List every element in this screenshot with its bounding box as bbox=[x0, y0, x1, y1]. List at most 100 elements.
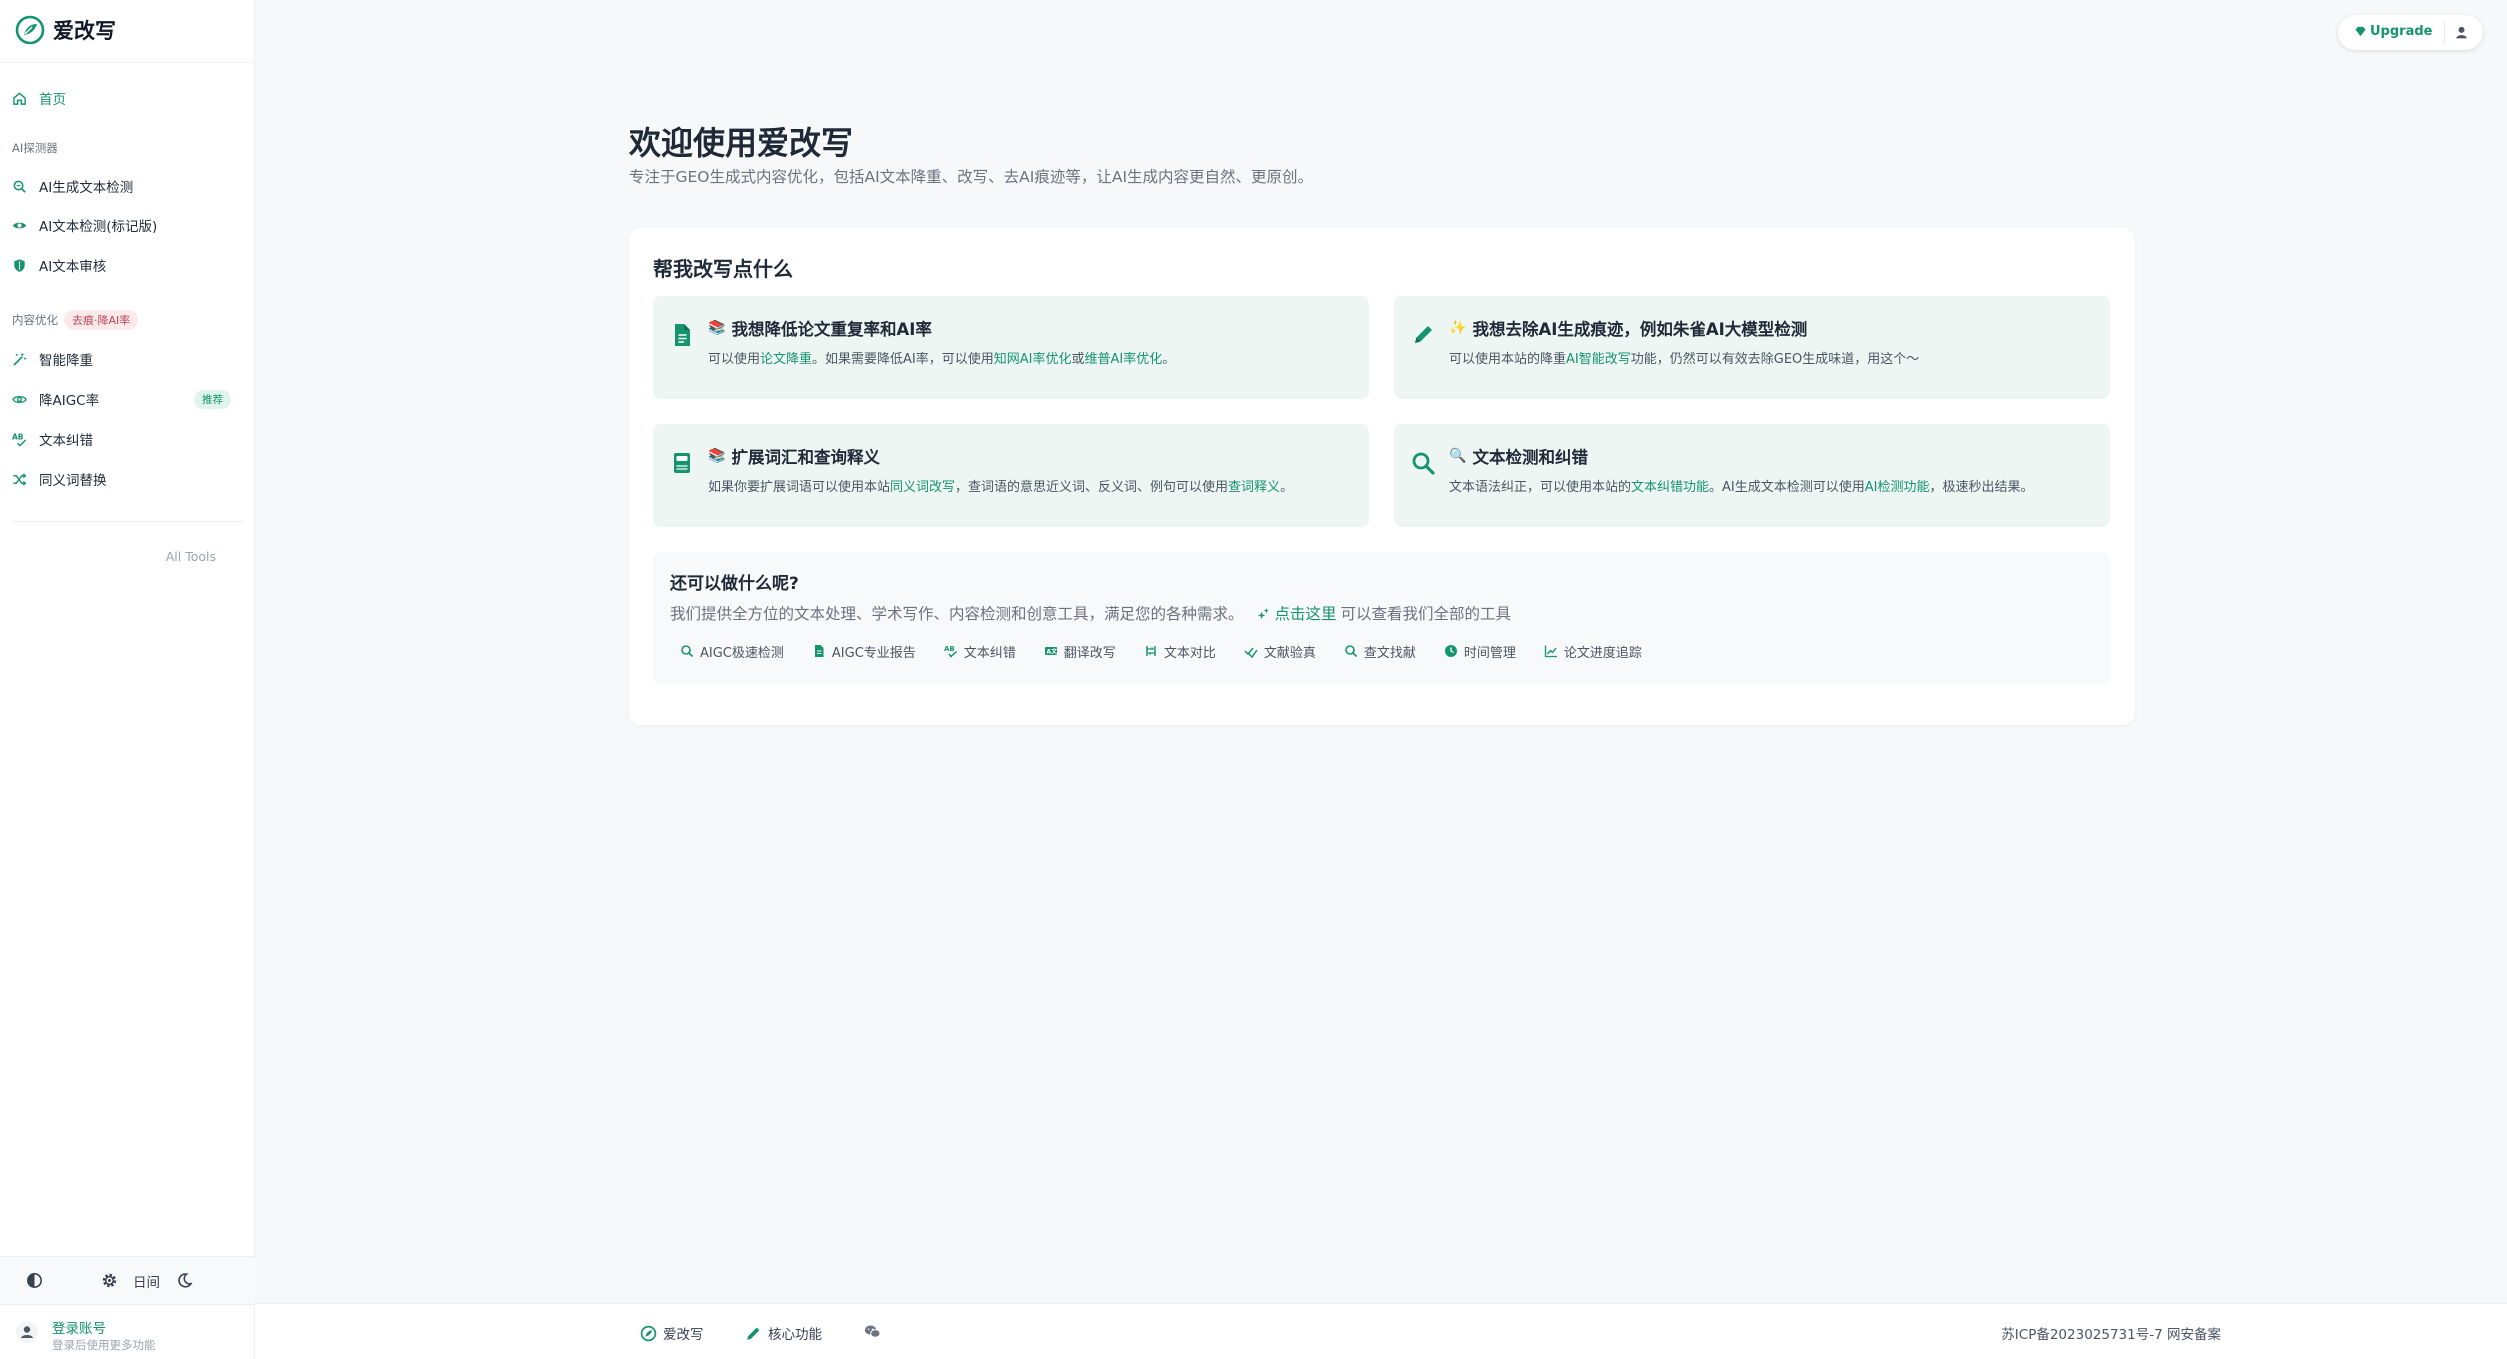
double-check-icon bbox=[1244, 647, 1258, 658]
card-reduce-duplication[interactable]: 📚 我想降低论文重复率和AI率 可以使用论文降重。如果需要降低AI率，可以使用知… bbox=[653, 296, 1369, 399]
logo-icon bbox=[15, 15, 45, 45]
footer: 爱改写 核心功能 苏ICP备2023025731号-7 网安备案 bbox=[255, 1303, 2507, 1359]
card-desc-text: ，查词语的意思近义词、反义词、例句可以使用 bbox=[955, 480, 1229, 495]
section-content-opt: 内容优化 去痕·降AI率 bbox=[12, 310, 139, 330]
card-desc-link[interactable]: 查词释义 bbox=[1228, 480, 1280, 495]
moon-icon[interactable] bbox=[176, 1272, 193, 1289]
sidebar-item-home[interactable]: 首页 bbox=[12, 86, 66, 110]
chip-label: 查文找献 bbox=[1363, 645, 1416, 661]
card-expand-vocabulary[interactable]: 📚 扩展词汇和查询释义 如果你要扩展词语可以使用本站同义词改写，查词语的意思近义… bbox=[653, 424, 1369, 527]
footer-wechat[interactable] bbox=[864, 1323, 881, 1340]
app-logo[interactable]: 爱改写 bbox=[14, 14, 116, 46]
chip-thesis-progress[interactable]: 论文进度追踪 bbox=[1534, 639, 1652, 663]
card-desc-link[interactable]: 文本纠错功能 bbox=[1631, 480, 1709, 495]
sidebar-divider bbox=[12, 521, 244, 522]
chip-reference-verify[interactable]: 文献验真 bbox=[1234, 639, 1326, 663]
card-desc: 可以使用论文降重。如果需要降低AI率，可以使用知网AI率优化或维普AI率优化。 bbox=[708, 348, 1175, 367]
chip-text-compare[interactable]: 文本对比 bbox=[1134, 639, 1226, 663]
chip-label: AIGC专业报告 bbox=[831, 645, 916, 661]
card-desc-text: 文本语法纠正，可以使用本站的 bbox=[1449, 480, 1632, 495]
card-title: ✨ 我想去除AI生成痕迹，例如朱雀AI大模型检测 bbox=[1449, 316, 1807, 340]
sidebar-item-ai-review[interactable]: AI文本审核 bbox=[12, 253, 106, 277]
all-tools-link[interactable]: All Tools bbox=[166, 549, 216, 564]
chip-label: AIGC极速检测 bbox=[700, 645, 784, 661]
chip-time-management[interactable]: 时间管理 bbox=[1434, 639, 1526, 663]
translate-icon: A文 bbox=[1044, 647, 1058, 656]
chip-find-references[interactable]: 查文找献 bbox=[1334, 639, 1426, 663]
card-desc-link[interactable]: AI检测功能 bbox=[1865, 480, 1930, 495]
card-desc-link[interactable]: AI智能改写 bbox=[1566, 352, 1631, 367]
chip-label: 翻译改写 bbox=[1063, 645, 1116, 661]
sidebar: 爱改写 首页 AI探测器 AI生成文本检测 AI文本检测(标记版) AI文本审核… bbox=[0, 0, 255, 1359]
card-desc-link[interactable]: 知网AI率优化 bbox=[994, 352, 1072, 367]
diamond-icon bbox=[2355, 26, 2366, 37]
card-desc-link[interactable]: 论文降重 bbox=[760, 352, 812, 367]
eye-icon bbox=[12, 222, 27, 228]
spellcheck-icon: AB bbox=[944, 645, 957, 658]
login-account[interactable]: 登录账号 登录后使用更多功能 bbox=[0, 1304, 255, 1359]
svg-text:A文: A文 bbox=[1046, 648, 1058, 656]
user-avatar-icon bbox=[16, 1321, 38, 1343]
chip-label: 文本纠错 bbox=[963, 645, 1016, 661]
card-desc: 如果你要扩展词语可以使用本站同义词改写，查词语的意思近义词、反义词、例句可以使用… bbox=[708, 476, 1293, 495]
upgrade-button[interactable]: Upgrade bbox=[2355, 24, 2432, 39]
chip-label: 论文进度追踪 bbox=[1563, 645, 1642, 661]
home-icon bbox=[13, 91, 26, 105]
sparkle-icon bbox=[1257, 607, 1269, 619]
footer-core-link[interactable]: 核心功能 bbox=[745, 1323, 822, 1343]
user-icon[interactable] bbox=[2453, 24, 2470, 41]
rewrite-panel: 帮我改写点什么 📚 我想降低论文重复率和AI率 可以使用论文降重。如果需要降低A… bbox=[629, 228, 2135, 725]
card-desc-link[interactable]: 维普AI率优化 bbox=[1085, 352, 1163, 367]
more-title: 还可以做什么呢? bbox=[670, 574, 799, 594]
chip-text-correction[interactable]: AB 文本纠错 bbox=[934, 639, 1026, 663]
chip-label: 时间管理 bbox=[1463, 645, 1516, 661]
section-badge: 去痕·降AI率 bbox=[64, 310, 139, 330]
card-title-text: 我想降低论文重复率和AI率 bbox=[731, 320, 932, 339]
card-desc-text: 可以使用本站的降重 bbox=[1449, 352, 1567, 367]
sidebar-item-ai-detect[interactable]: AI生成文本检测 bbox=[12, 174, 133, 198]
card-desc-text: 如果你要扩展词语可以使用本站 bbox=[708, 480, 891, 495]
contrast-icon[interactable] bbox=[26, 1272, 43, 1289]
link-label: 点击这里 bbox=[1274, 605, 1337, 623]
card-title-text: 文本检测和纠错 bbox=[1472, 448, 1588, 467]
chip-aigc-report[interactable]: AIGC专业报告 bbox=[802, 639, 926, 663]
sidebar-item-ai-detect-marked[interactable]: AI文本检测(标记版) bbox=[12, 213, 157, 237]
card-title: 📚 我想降低论文重复率和AI率 bbox=[708, 316, 932, 340]
spellcheck-icon: AB bbox=[12, 432, 27, 447]
app-name: 爱改写 bbox=[53, 19, 116, 43]
icp-record[interactable]: 苏ICP备2023025731号-7 网安备案 bbox=[2001, 1323, 2221, 1343]
sidebar-item-synonym[interactable]: 同义词替换 bbox=[12, 467, 107, 491]
magnifier-emoji-icon: 🔍 bbox=[1449, 448, 1467, 464]
sidebar-item-smart-rewrite[interactable]: 智能降重 bbox=[12, 347, 93, 371]
footer-core: 核心功能 bbox=[768, 1327, 822, 1343]
pencil-icon bbox=[747, 1327, 760, 1340]
top-actions: Upgrade bbox=[2338, 15, 2483, 50]
theme-label[interactable]: 日间 bbox=[133, 1271, 160, 1291]
more-tools-section: 还可以做什么呢? 我们提供全方位的文本处理、学术写作、内容检测和创意工具，满足您… bbox=[653, 552, 2111, 685]
sidebar-divider bbox=[0, 62, 255, 63]
card-desc-text: 。 bbox=[1280, 480, 1294, 495]
divider bbox=[2444, 22, 2445, 43]
search-icon bbox=[681, 645, 694, 658]
eye-outline-icon bbox=[12, 395, 27, 403]
sidebar-item-label: 首页 bbox=[39, 92, 66, 108]
document-icon bbox=[814, 645, 824, 657]
page-title: 欢迎使用爱改写 bbox=[629, 124, 854, 162]
card-remove-ai-trace[interactable]: ✨ 我想去除AI生成痕迹，例如朱雀AI大模型检测 可以使用本站的降重AI智能改写… bbox=[1394, 296, 2110, 399]
gear-icon[interactable] bbox=[101, 1272, 118, 1289]
books-emoji-icon: 📚 bbox=[708, 448, 726, 464]
login-title[interactable]: 登录账号 bbox=[52, 1317, 106, 1337]
chip-aigc-fast-detect[interactable]: AIGC极速检测 bbox=[670, 639, 794, 663]
section-label: 内容优化 bbox=[12, 313, 58, 327]
sidebar-item-label: 同义词替换 bbox=[39, 473, 107, 489]
sidebar-item-reduce-aigc[interactable]: 降AIGC率 推荐 bbox=[12, 387, 243, 411]
chip-translate[interactable]: A文 翻译改写 bbox=[1034, 639, 1126, 663]
footer-brand-link[interactable]: 爱改写 bbox=[640, 1323, 704, 1343]
sidebar-item-label: AI文本审核 bbox=[39, 259, 107, 275]
card-text-detection[interactable]: 🔍 文本检测和纠错 文本语法纠正，可以使用本站的文本纠错功能。AI生成文本检测可… bbox=[1394, 424, 2110, 527]
sidebar-item-text-correction[interactable]: AB 文本纠错 bbox=[12, 427, 93, 451]
card-desc-link[interactable]: 同义词改写 bbox=[890, 480, 955, 495]
sparkles-emoji-icon: ✨ bbox=[1449, 320, 1467, 336]
click-here-link[interactable]: 点击这里 bbox=[1256, 602, 1337, 624]
more-suffix: 可以查看我们全部的工具 bbox=[1340, 605, 1512, 623]
